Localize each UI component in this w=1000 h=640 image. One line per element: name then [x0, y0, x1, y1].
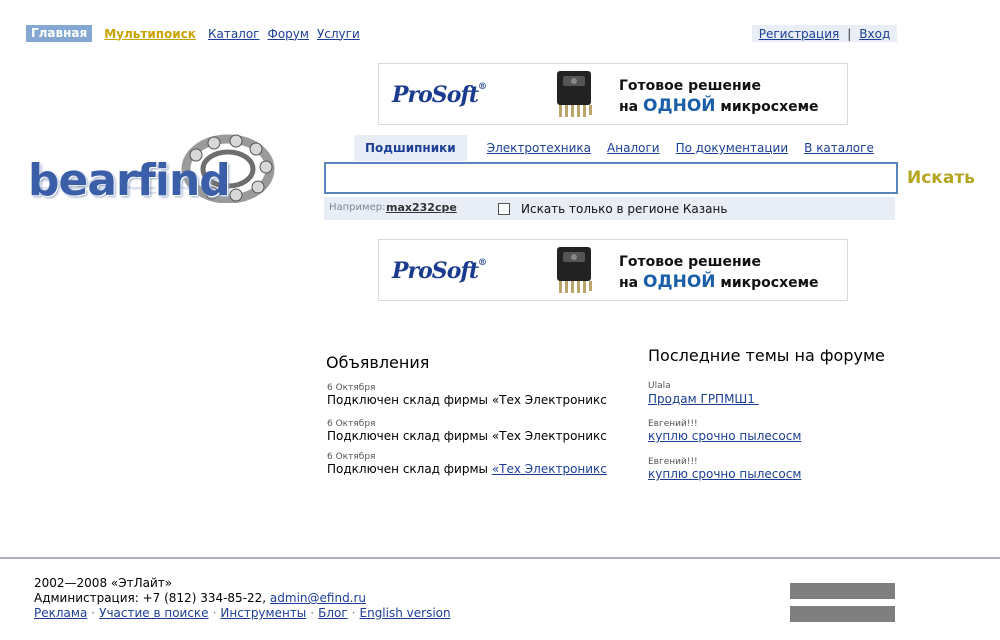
footer-separator: · [91, 606, 96, 620]
search-hints-bar: Например: max232cpe Искать только в реги… [324, 197, 895, 220]
auth-separator: | [847, 26, 852, 41]
counter-badge[interactable] [790, 583, 895, 599]
banner-text: Готовое решение на ОДНОЙ микросхеме [619, 78, 819, 116]
footer-links: Реклама · Участие в поиске · Инструменты · Бло… [34, 606, 451, 621]
announcements-title: Объявления [326, 353, 430, 372]
footer-link-tools[interactable]: Инструменты [220, 606, 306, 620]
admin-phone: Администрация: +7 (812) 334-85-22, [34, 591, 270, 605]
microchip-icon [557, 247, 592, 293]
footer-link-blog[interactable]: Блог [318, 606, 348, 620]
forum-author: Ulala [648, 381, 671, 391]
tab-in-catalog[interactable]: В каталоге [804, 141, 874, 155]
tab-electrical[interactable]: Электротехника [487, 141, 591, 155]
news-item: Подключен склад фирмы «Тех Электроникс [327, 462, 607, 476]
forum-author: Евгений!!! [648, 419, 698, 429]
search-input[interactable] [324, 162, 898, 194]
nav-services[interactable]: Услуги [317, 27, 360, 41]
search-tabs: Подшипники Электротехника Аналоги По док… [354, 135, 874, 161]
footer-separator: · [310, 606, 315, 620]
admin-contacts: Администрация: +7 (812) 334-85-22, admin… [34, 591, 451, 606]
news-text: Подключен склад фирмы «Тех Электроникс [327, 429, 607, 443]
prosoft-logo: ProSoft® [392, 82, 487, 108]
forum-author: Евгений!!! [648, 457, 698, 467]
top-navigation: Главная Мультипоиск Каталог Форум Услуги [26, 25, 368, 42]
bottom-banner-ad[interactable]: ProSoft® Готовое решение на ОДНОЙ микрос… [378, 239, 848, 301]
admin-email-link[interactable]: admin@efind.ru [270, 591, 366, 605]
example-link[interactable]: max232cpe [386, 201, 457, 214]
footer-link-participation[interactable]: Участие в поиске [99, 606, 208, 620]
auth-bar: Регистрация | Вход [752, 25, 897, 42]
nav-forum[interactable]: Форум [268, 27, 309, 41]
top-banner-ad[interactable]: ProSoft® Готовое решение на ОДНОЙ микрос… [378, 63, 848, 125]
banner-text: Готовое решение на ОДНОЙ микросхеме [619, 254, 819, 292]
news-date: 6 Октября [327, 383, 376, 393]
region-checkbox-label[interactable]: Искать только в регионе Казань [521, 202, 727, 216]
news-date: 6 Октября [327, 419, 376, 429]
news-link[interactable]: «Тех Электроникс [492, 462, 607, 476]
region-checkbox[interactable] [498, 203, 510, 215]
footer-divider [0, 557, 1000, 559]
footer: 2002—2008 «ЭтЛайт» Администрация: +7 (81… [34, 576, 451, 621]
prosoft-logo: ProSoft® [392, 258, 487, 284]
news-date: 6 Октября [327, 452, 376, 462]
footer-link-english[interactable]: English version [360, 606, 451, 620]
forum-topic-link[interactable]: куплю срочно пылесосм [648, 429, 801, 443]
tab-analogs[interactable]: Аналоги [607, 141, 660, 155]
forum-title: Последние темы на форуме [648, 346, 885, 365]
login-link[interactable]: Вход [859, 27, 890, 41]
forum-topic-link[interactable]: Продам ГРПМШ1 [648, 392, 759, 406]
nav-catalog[interactable]: Каталог [208, 27, 260, 41]
search-button[interactable]: Искать [907, 168, 975, 188]
tab-by-documentation[interactable]: По документации [676, 141, 789, 155]
footer-separator: · [212, 606, 217, 620]
logo-reflection: bearfind [28, 174, 230, 197]
footer-separator: · [351, 606, 356, 620]
microchip-icon [557, 71, 592, 117]
nav-home[interactable]: Главная [26, 25, 93, 42]
news-text: Подключен склад фирмы [327, 462, 492, 476]
example-label: Например: [329, 202, 386, 213]
register-link[interactable]: Регистрация [759, 27, 839, 41]
forum-topic-link[interactable]: куплю срочно пылесосм [648, 467, 801, 481]
bearfind-logo[interactable]: bearfind bearfind [28, 133, 278, 233]
news-text: Подключен склад фирмы «Тех Электроникс [327, 393, 607, 407]
counter-badge[interactable] [790, 606, 895, 622]
copyright: 2002—2008 «ЭтЛайт» [34, 576, 173, 590]
nav-multisearch[interactable]: Мультипоиск [104, 27, 196, 41]
footer-link-ads[interactable]: Реклама [34, 606, 87, 620]
tab-bearings[interactable]: Подшипники [354, 135, 467, 161]
